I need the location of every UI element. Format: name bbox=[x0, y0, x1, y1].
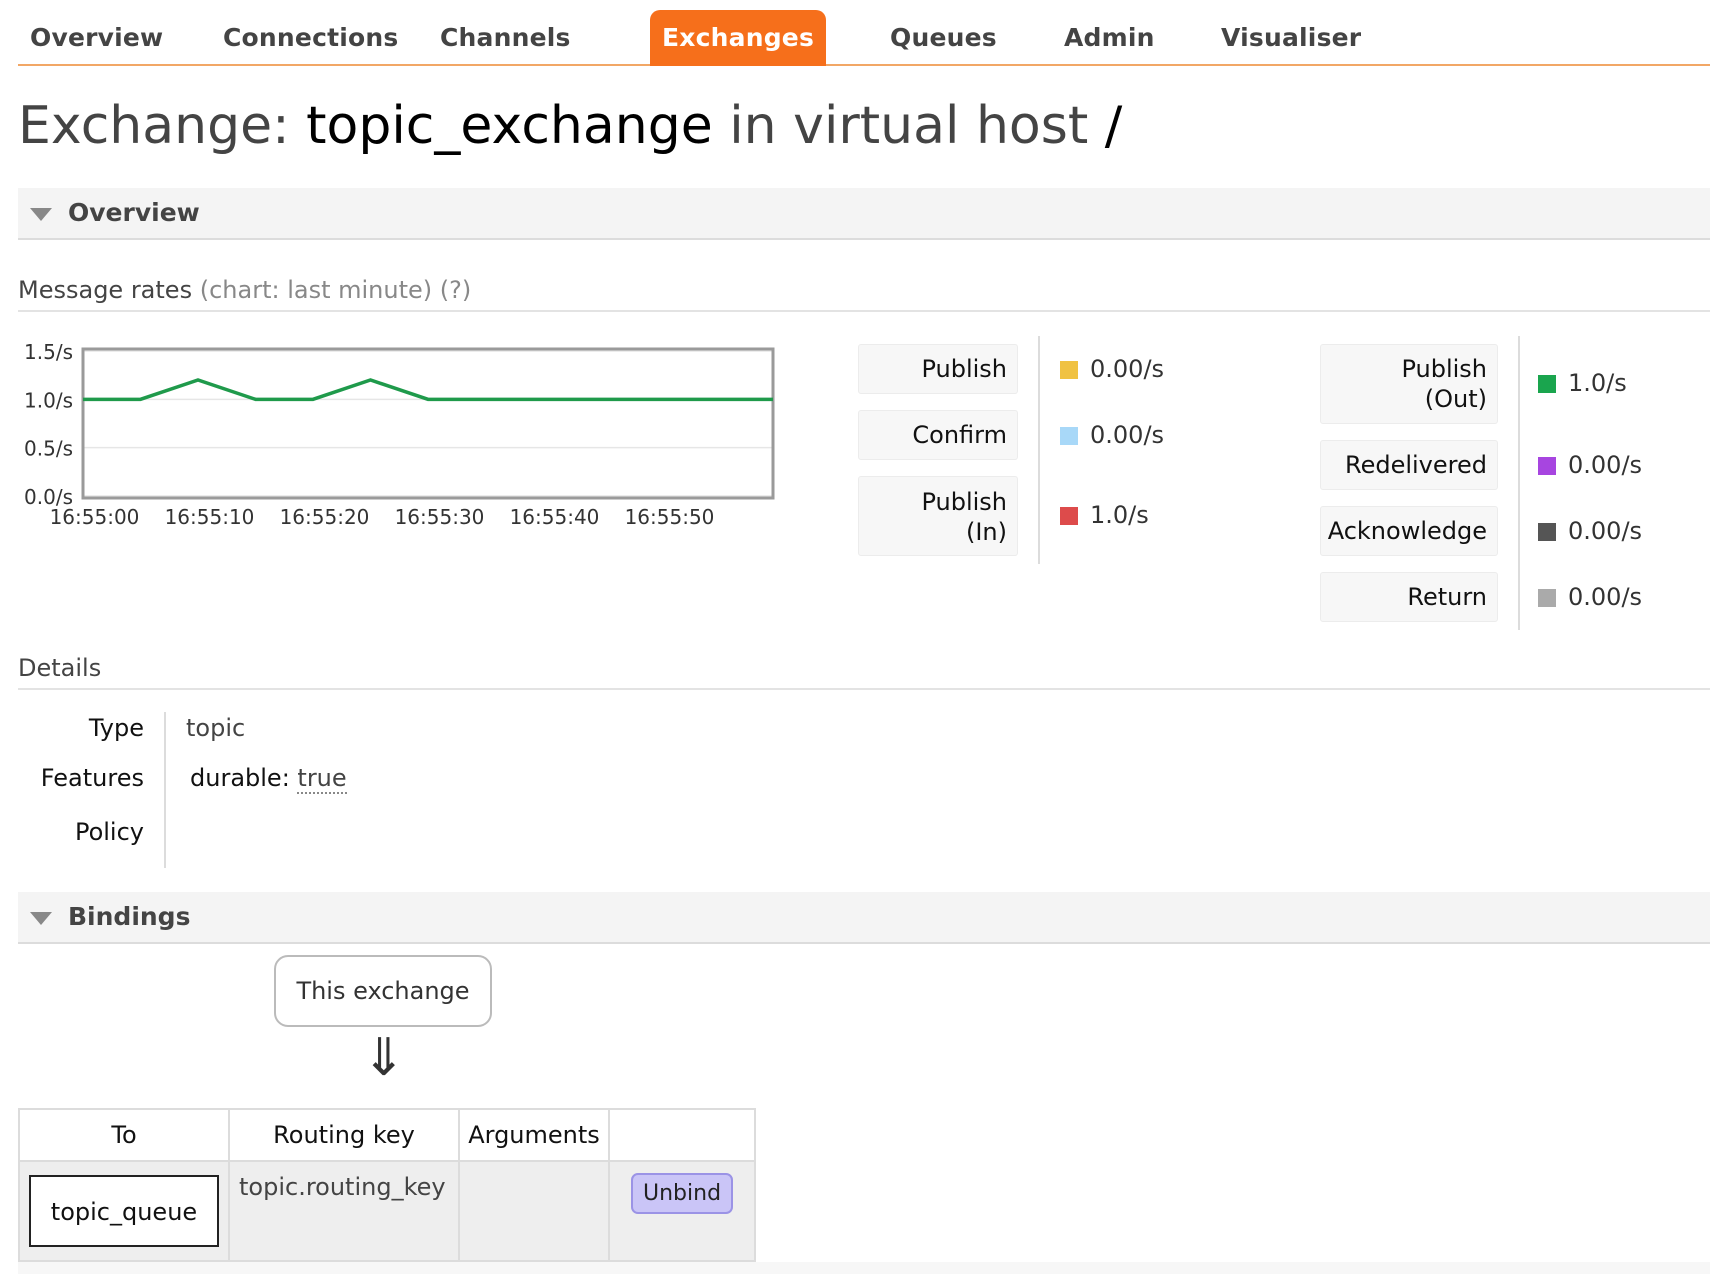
column-header-routing-key: Routing key bbox=[228, 1108, 460, 1162]
binding-arguments-cell bbox=[458, 1160, 610, 1262]
column-header-to: To bbox=[18, 1108, 230, 1162]
nav-tab-exchanges[interactable]: Exchanges bbox=[650, 10, 827, 66]
binding-action-cell: Unbind bbox=[607, 1160, 757, 1262]
legend-swatch-return bbox=[1538, 589, 1556, 607]
overview-section-title: Overview bbox=[68, 198, 200, 227]
column-header-actions bbox=[607, 1108, 757, 1162]
series-line-0 bbox=[83, 378, 773, 402]
rate-label-confirm: Confirm bbox=[858, 410, 1018, 460]
rate-label-publish-in: Publish (In) bbox=[858, 476, 1018, 556]
message-rates-chart: 1.5/s1.0/s0.5/s0.0/s16:55:00 16:55:10 16:5… bbox=[24, 340, 775, 529]
detail-value-features: durable: true bbox=[190, 764, 347, 794]
nav-tab-overview[interactable]: Overview bbox=[18, 10, 175, 66]
bindings-section-header[interactable]: Bindings bbox=[18, 892, 1710, 944]
down-double-arrow-icon: ⇓ bbox=[362, 1028, 406, 1088]
table-row: topic_queue topic.routing_key Unbind bbox=[18, 1160, 757, 1262]
rate-label-publish-in-text: Publish (In) bbox=[921, 488, 1007, 546]
rates-divider-right bbox=[1518, 336, 1520, 630]
rate-label-publish-out: Publish (Out) bbox=[1320, 344, 1498, 424]
rate-label-publish: Publish bbox=[858, 344, 1018, 394]
bindings-table: To Routing key Arguments topic_queue top… bbox=[18, 1108, 757, 1262]
rate-label-return: Return bbox=[1320, 572, 1498, 622]
binding-routing-key-cell: topic.routing_key bbox=[228, 1160, 460, 1262]
rate-value-publish: 0.00/s bbox=[1060, 354, 1164, 384]
x-tick-label: 16:55:20 bbox=[280, 505, 370, 529]
nav-tab-visualiser[interactable]: Visualiser bbox=[1209, 10, 1373, 66]
legend-swatch-confirm bbox=[1060, 427, 1078, 445]
rate-value-return-text: 0.00/s bbox=[1568, 583, 1643, 611]
rate-value-confirm: 0.00/s bbox=[1060, 420, 1164, 450]
rate-value-acknowledge: 0.00/s bbox=[1538, 516, 1642, 546]
collapse-triangle-icon bbox=[30, 912, 52, 925]
rate-value-confirm-text: 0.00/s bbox=[1090, 421, 1165, 449]
nav-tab-connections[interactable]: Connections bbox=[211, 10, 410, 66]
details-divider bbox=[164, 712, 166, 868]
title-middle: in virtual host bbox=[712, 96, 1105, 156]
x-tick-label: 16:55:00 bbox=[50, 505, 140, 529]
x-tick-label: 16:55:30 bbox=[395, 505, 485, 529]
legend-swatch-publish-in bbox=[1060, 507, 1078, 525]
rate-label-acknowledge: Acknowledge bbox=[1320, 506, 1498, 556]
top-nav: Overview Connections Channels Exchanges … bbox=[18, 0, 1710, 66]
detail-value-type: topic bbox=[186, 714, 246, 742]
vhost-name: / bbox=[1104, 96, 1123, 156]
detail-key-type: Type bbox=[88, 714, 144, 742]
features-durable-label: durable: bbox=[190, 764, 298, 792]
queue-link-topic-queue[interactable]: topic_queue bbox=[29, 1175, 219, 1247]
legend-swatch-publish bbox=[1060, 361, 1078, 379]
nav-tab-admin[interactable]: Admin bbox=[1052, 10, 1167, 66]
unbind-button[interactable]: Unbind bbox=[631, 1173, 734, 1214]
y-tick-label: 1.5/s bbox=[24, 340, 73, 364]
rate-value-publish-out: 1.0/s bbox=[1538, 368, 1627, 398]
page-title: Exchange: topic_exchange in virtual host… bbox=[18, 96, 1122, 156]
exchange-name: topic_exchange bbox=[306, 96, 713, 156]
x-tick-label: 16:55:40 bbox=[510, 505, 600, 529]
rate-value-publish-in-text: 1.0/s bbox=[1090, 501, 1149, 529]
column-header-arguments: Arguments bbox=[458, 1108, 610, 1162]
detail-key-features: Features bbox=[40, 764, 144, 792]
detail-key-policy: Policy bbox=[74, 818, 144, 846]
collapse-triangle-icon bbox=[30, 208, 52, 221]
rate-value-publish-in: 1.0/s bbox=[1060, 500, 1149, 530]
rate-value-redelivered: 0.00/s bbox=[1538, 450, 1642, 480]
bindings-table-header: To Routing key Arguments bbox=[18, 1108, 757, 1162]
details-heading: Details bbox=[18, 654, 1710, 690]
y-tick-label: 1.0/s bbox=[24, 388, 73, 412]
x-tick-label: 16:55:10 bbox=[165, 505, 255, 529]
binding-to-cell: topic_queue bbox=[18, 1160, 230, 1262]
title-prefix: Exchange: bbox=[18, 96, 307, 156]
chart-frame bbox=[81, 347, 775, 500]
routing-key-value: topic.routing_key bbox=[239, 1173, 446, 1201]
legend-swatch-acknowledge bbox=[1538, 523, 1556, 541]
rate-value-return: 0.00/s bbox=[1538, 582, 1642, 612]
rate-label-publish-out-text: Publish (Out) bbox=[1401, 355, 1487, 413]
x-tick-label: 16:55:50 bbox=[625, 505, 715, 529]
y-tick-label: 0.5/s bbox=[24, 437, 73, 461]
rate-label-redelivered: Redelivered bbox=[1320, 440, 1498, 490]
nav-tab-channels[interactable]: Channels bbox=[428, 10, 583, 66]
nav-tab-queues[interactable]: Queues bbox=[878, 10, 1009, 66]
features-durable-value[interactable]: true bbox=[297, 764, 347, 794]
legend-swatch-publish-out bbox=[1538, 375, 1556, 393]
rate-value-acknowledge-text: 0.00/s bbox=[1568, 517, 1643, 545]
message-rates-heading: Message rates (chart: last minute) (?) bbox=[18, 276, 1710, 312]
page-bottom-edge bbox=[18, 1262, 1710, 1274]
legend-swatch-redelivered bbox=[1538, 457, 1556, 475]
rate-value-publish-out-text: 1.0/s bbox=[1568, 369, 1627, 397]
rate-value-redelivered-text: 0.00/s bbox=[1568, 451, 1643, 479]
this-exchange-box: This exchange bbox=[274, 955, 492, 1027]
rates-divider-left bbox=[1038, 336, 1040, 564]
overview-section-header[interactable]: Overview bbox=[18, 188, 1710, 240]
bindings-section-title: Bindings bbox=[68, 902, 191, 931]
rate-value-publish-text: 0.00/s bbox=[1090, 355, 1165, 383]
message-rates-label: Message rates bbox=[18, 276, 193, 304]
message-rates-chart-range[interactable]: (chart: last minute) (?) bbox=[200, 276, 472, 304]
